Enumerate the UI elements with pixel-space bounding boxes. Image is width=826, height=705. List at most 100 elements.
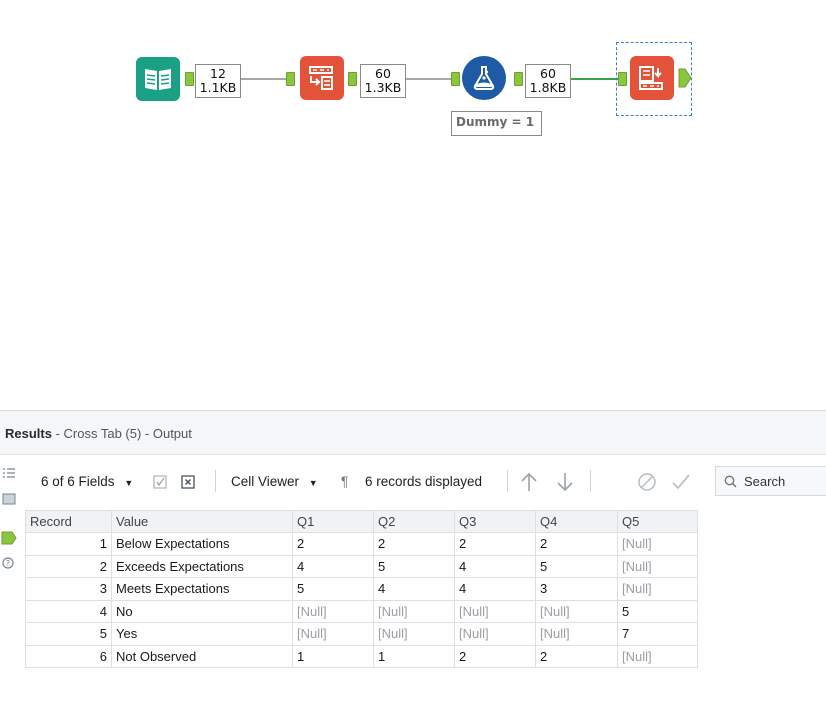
- table-row[interactable]: 6 Not Observed 1 1 2 2 [Null]: [25, 644, 698, 668]
- connection-line[interactable]: [406, 78, 451, 80]
- table-cell[interactable]: 4: [454, 554, 536, 578]
- table-cell[interactable]: [Null]: [454, 599, 536, 623]
- table-cell[interactable]: 2: [535, 644, 618, 668]
- table-cell[interactable]: 4: [454, 577, 536, 601]
- data-icon-active[interactable]: [1, 531, 17, 545]
- record-number-cell[interactable]: 2: [25, 554, 112, 578]
- record-number-cell[interactable]: 4: [25, 599, 112, 623]
- badge-size: 1.1KB: [199, 80, 237, 95]
- records-displayed-text: 6 records displayed: [365, 474, 483, 489]
- results-toolbar: 6 of 6 Fields ▼ Cell Viewer ▼ ¶ 6 record…: [25, 457, 826, 507]
- table-cell[interactable]: [Null]: [617, 644, 698, 668]
- table-cell[interactable]: 2: [373, 532, 455, 556]
- help-icon[interactable]: ?: [2, 557, 16, 569]
- book-icon: [145, 69, 171, 90]
- table-cell[interactable]: [Null]: [535, 599, 618, 623]
- cancel-icon[interactable]: [637, 472, 657, 492]
- formula-tool[interactable]: [462, 56, 506, 100]
- column-header-q5[interactable]: Q5: [617, 510, 698, 533]
- table-cell[interactable]: 4: [373, 577, 455, 601]
- table-cell[interactable]: [Null]: [617, 532, 698, 556]
- flask-icon: [473, 66, 495, 90]
- table-cell[interactable]: 2: [535, 532, 618, 556]
- table-cell[interactable]: 1: [373, 644, 455, 668]
- record-number-cell[interactable]: 1: [25, 532, 112, 556]
- table-row[interactable]: 4 No [Null] [Null] [Null] [Null] 5: [25, 599, 698, 623]
- badge-records: 60: [540, 66, 556, 81]
- table-cell[interactable]: 2: [454, 532, 536, 556]
- toolbar-separator: [590, 470, 591, 492]
- annotation-text: Dummy = 1: [456, 115, 535, 129]
- cell-viewer-label: Cell Viewer: [231, 474, 300, 489]
- cross-tab-tool-selected[interactable]: [630, 56, 674, 100]
- arrow-up-icon[interactable]: [519, 471, 539, 493]
- output-anchor[interactable]: [514, 72, 523, 86]
- column-header-q1[interactable]: Q1: [292, 510, 374, 533]
- clear-box-icon[interactable]: [181, 475, 196, 490]
- table-cell[interactable]: 5: [373, 554, 455, 578]
- table-cell[interactable]: 1: [292, 644, 374, 668]
- table-cell[interactable]: [Null]: [617, 577, 698, 601]
- table-cell[interactable]: [Null]: [292, 622, 374, 646]
- connection-line-selected[interactable]: [571, 78, 618, 80]
- record-number-cell[interactable]: 6: [25, 644, 112, 668]
- badge-records: 12: [210, 66, 226, 81]
- table-cell[interactable]: [Null]: [617, 554, 698, 578]
- table-cell[interactable]: 3: [535, 577, 618, 601]
- table-cell[interactable]: Meets Expectations: [111, 577, 293, 601]
- output-anchor[interactable]: [185, 72, 194, 86]
- toolbar-separator: [215, 470, 216, 492]
- table-row[interactable]: 5 Yes [Null] [Null] [Null] [Null] 7: [25, 622, 698, 646]
- table-cell[interactable]: Below Expectations: [111, 532, 293, 556]
- workflow-canvas[interactable]: 12 1.1KB 60 1.3KB Dummy = 1 60 1.8KB: [0, 0, 826, 410]
- chevron-down-icon: ▼: [308, 478, 318, 488]
- badge-size: 1.8KB: [529, 80, 567, 95]
- arrow-down-icon[interactable]: [555, 471, 575, 493]
- table-cell[interactable]: 2: [454, 644, 536, 668]
- checkmark-icon[interactable]: [671, 472, 691, 492]
- table-cell[interactable]: 4: [292, 554, 374, 578]
- table-cell[interactable]: [Null]: [454, 622, 536, 646]
- list-icon[interactable]: [2, 467, 16, 479]
- column-header-value[interactable]: Value: [111, 510, 293, 533]
- cross-tab-tool[interactable]: [300, 56, 344, 100]
- table-cell[interactable]: [Null]: [373, 599, 455, 623]
- table-row[interactable]: 2 Exceeds Expectations 4 5 4 5 [Null]: [25, 554, 698, 578]
- table-cell[interactable]: 5: [535, 554, 618, 578]
- checkbox-edit-icon[interactable]: [153, 475, 168, 490]
- column-header-q4[interactable]: Q4: [535, 510, 618, 533]
- table-cell[interactable]: Exceeds Expectations: [111, 554, 293, 578]
- chevron-down-icon: ▼: [124, 478, 134, 488]
- record-number-cell[interactable]: 3: [25, 577, 112, 601]
- output-anchor[interactable]: [348, 72, 357, 86]
- table-row[interactable]: 3 Meets Expectations 5 4 4 3 [Null]: [25, 577, 698, 601]
- table-cell[interactable]: [Null]: [292, 599, 374, 623]
- fields-dropdown[interactable]: 6 of 6 Fields ▼: [41, 474, 133, 489]
- connection-line[interactable]: [241, 78, 286, 80]
- table-row[interactable]: 1 Below Expectations 2 2 2 2 [Null]: [25, 532, 698, 556]
- input-data-tool[interactable]: [136, 57, 180, 101]
- table-cell[interactable]: No: [111, 599, 293, 623]
- cell-viewer-dropdown[interactable]: Cell Viewer ▼: [231, 474, 318, 489]
- record-number-cell[interactable]: 5: [25, 622, 112, 646]
- search-input[interactable]: Search: [715, 466, 826, 496]
- table-cell[interactable]: 5: [292, 577, 374, 601]
- table-cell[interactable]: [Null]: [373, 622, 455, 646]
- table-cell[interactable]: 2: [292, 532, 374, 556]
- output-anchor[interactable]: [678, 68, 692, 88]
- tool-annotation: Dummy = 1: [451, 111, 542, 136]
- column-header-q2[interactable]: Q2: [373, 510, 455, 533]
- table-cell[interactable]: 7: [617, 622, 698, 646]
- message-icon[interactable]: [2, 493, 16, 505]
- column-header-record[interactable]: Record: [25, 510, 112, 533]
- table-cell[interactable]: [Null]: [535, 622, 618, 646]
- input-anchor[interactable]: [286, 72, 295, 86]
- fields-label: 6 of 6 Fields: [41, 474, 115, 489]
- input-anchor[interactable]: [618, 72, 627, 86]
- input-anchor[interactable]: [451, 72, 460, 86]
- column-header-q3[interactable]: Q3: [454, 510, 536, 533]
- pilcrow-icon[interactable]: ¶: [341, 474, 348, 489]
- table-cell[interactable]: Not Observed: [111, 644, 293, 668]
- table-cell[interactable]: Yes: [111, 622, 293, 646]
- table-cell[interactable]: 5: [617, 599, 698, 623]
